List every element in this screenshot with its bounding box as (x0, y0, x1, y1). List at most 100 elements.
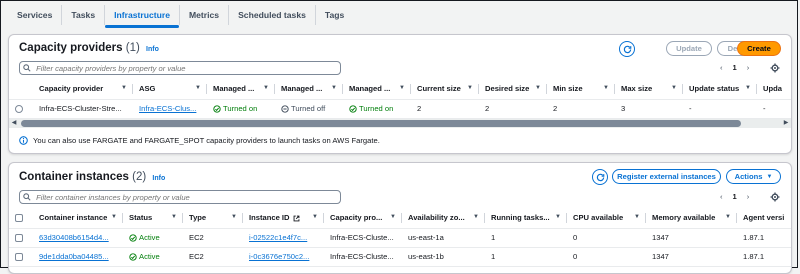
column-header[interactable]: Container instance ▼ (33, 208, 123, 229)
column-header[interactable]: Running tasks... ▼ (485, 208, 567, 229)
column-header[interactable]: Capacity provider ▼ (33, 79, 133, 100)
horizontal-scrollbar[interactable]: ◀ ▶ (9, 119, 791, 128)
memory-available-cell: 1347 (646, 247, 737, 267)
select-all-checkbox[interactable] (15, 214, 23, 223)
container-pagination: ‹ 1 › (715, 192, 754, 201)
column-header[interactable]: Instance ID ▼ (243, 208, 324, 229)
container-instances-title: Container instances (2) Info (19, 171, 165, 183)
external-link-icon (293, 215, 299, 222)
container-title-text: Container instances (19, 171, 129, 183)
capacity-search-input[interactable] (33, 63, 340, 73)
capacity-info-link[interactable]: Info (146, 46, 159, 53)
tab-services[interactable]: Services (8, 5, 63, 25)
container-instance-link[interactable]: 63d30408b6154d4... (39, 233, 109, 242)
table-row[interactable]: 63d30408b6154d4... Active EC2 i-02522c1e… (9, 228, 791, 248)
availability-zone-cell: us-east-1b (402, 247, 485, 267)
column-header[interactable]: Status ▼ (123, 208, 183, 229)
column-header[interactable]: Type ▼ (183, 208, 243, 229)
column-header[interactable]: Update status ▼ (683, 79, 757, 100)
column-header[interactable]: Capacity pro... ▼ (324, 208, 402, 229)
type-cell: EC2 (183, 247, 243, 267)
search-icon (20, 64, 33, 72)
container-count: (2) (132, 171, 147, 183)
refresh-button[interactable] (592, 169, 608, 185)
tab-bar: Services Tasks Infrastructure Metrics Sc… (8, 4, 353, 28)
check-circle-icon (213, 105, 221, 113)
container-info-link[interactable]: Info (152, 175, 165, 182)
agent-version-cell: 1.87.1 (737, 247, 791, 267)
container-header-row: Container instance ▼ Status ▼ Type ▼ Instan… (9, 208, 791, 229)
update-status: - (683, 99, 757, 119)
refresh-icon (596, 173, 604, 181)
column-header[interactable]: Availability zo... ▼ (402, 208, 485, 229)
running-tasks-cell: 1 (485, 247, 567, 267)
actions-button[interactable]: Actions ▼ (726, 169, 781, 184)
minus-circle-icon (281, 105, 289, 113)
container-search-input[interactable] (33, 192, 340, 202)
fargate-notice-text: You can also use FARGATE and FARGATE_SPO… (33, 136, 380, 145)
container-table: Container instance ▼ Status ▼ Type ▼ Instan… (9, 208, 791, 267)
column-header[interactable]: Min size ▼ (547, 79, 615, 100)
search-icon (20, 193, 33, 201)
gear-icon[interactable] (770, 63, 780, 73)
header-select (9, 208, 33, 229)
capacity-provider-cell: Infra-ECS-Cluste... (324, 228, 402, 248)
container-instance-link[interactable]: 9de1dda0ba04485... (39, 252, 109, 261)
create-button[interactable]: Create (737, 41, 781, 56)
caret-down-icon: ▼ (766, 173, 773, 180)
update-button[interactable]: Update (666, 41, 712, 56)
column-header[interactable]: Memory available ▼ (646, 208, 737, 229)
column-header[interactable]: Managed ... ▼ (275, 79, 343, 100)
column-header[interactable]: Managed ... ▼ (207, 79, 275, 100)
column-header[interactable]: Max size ▼ (615, 79, 683, 100)
capacity-pagination: ‹ 1 › (715, 63, 754, 72)
table-row[interactable]: 9de1dda0ba04485... Active EC2 i-0c3676e7… (9, 247, 791, 267)
check-circle-icon (129, 234, 137, 242)
scrollbar-thumb[interactable] (21, 120, 741, 127)
prev-page-icon[interactable]: ‹ (720, 63, 723, 72)
info-icon (19, 136, 28, 145)
asg-link[interactable]: Infra-ECS-Clus... (139, 104, 196, 113)
column-header[interactable]: Desired size ▼ (479, 79, 547, 100)
column-header[interactable]: Agent versi (737, 208, 791, 229)
instance-id-link[interactable]: i-0c3676e750c2... (249, 252, 309, 261)
register-external-instances-button[interactable]: Register external instances (612, 169, 721, 184)
desired-size: 2 (479, 99, 547, 119)
capacity-provider-name: Infra-ECS-Cluster-Stre... (33, 99, 133, 119)
column-header[interactable]: CPU available ▼ (567, 208, 646, 229)
memory-available-cell: 1347 (646, 228, 737, 248)
scroll-left-icon[interactable]: ◀ (9, 119, 19, 128)
prev-page-icon[interactable]: ‹ (720, 192, 723, 201)
managed-termination-status: Turned off (275, 99, 343, 119)
container-search[interactable] (19, 190, 341, 204)
next-page-icon[interactable]: › (747, 192, 750, 201)
update-column: - (757, 99, 791, 119)
tab-scheduled-tasks[interactable]: Scheduled tasks (229, 5, 316, 25)
capacity-search[interactable] (19, 61, 341, 75)
scroll-right-icon[interactable]: ▶ (781, 119, 791, 128)
page-number[interactable]: 1 (733, 63, 737, 72)
column-header[interactable]: Current size ▼ (411, 79, 479, 100)
column-header[interactable]: Managed ... ▼ (343, 79, 411, 100)
row-checkbox[interactable] (15, 253, 23, 261)
current-size: 2 (411, 99, 479, 119)
capacity-table: Capacity provider ▼ ASG ▼ Managed ... ▼ Man… (9, 79, 791, 119)
column-header[interactable]: ASG ▼ (133, 79, 207, 100)
column-header[interactable]: Upda (757, 79, 791, 100)
next-page-icon[interactable]: › (747, 63, 750, 72)
instance-id-link[interactable]: i-02522c1e4f7c... (249, 233, 307, 242)
status-cell: Active (123, 247, 183, 267)
tab-tasks[interactable]: Tasks (62, 5, 106, 25)
table-row[interactable]: Infra-ECS-Cluster-Stre... Infra-ECS-Clus… (9, 99, 791, 119)
managed-draining-status: Turned on (343, 99, 411, 119)
row-checkbox[interactable] (15, 234, 23, 242)
tab-infrastructure[interactable]: Infrastructure (105, 5, 180, 28)
cpu-available-cell: 0 (567, 247, 646, 267)
tab-tags[interactable]: Tags (316, 5, 353, 25)
page-number[interactable]: 1 (733, 192, 737, 201)
refresh-button[interactable] (619, 41, 635, 57)
agent-version-cell: 1.87.1 (737, 228, 791, 248)
tab-metrics[interactable]: Metrics (180, 5, 230, 25)
gear-icon[interactable] (770, 192, 780, 202)
row-radio[interactable] (15, 105, 23, 113)
